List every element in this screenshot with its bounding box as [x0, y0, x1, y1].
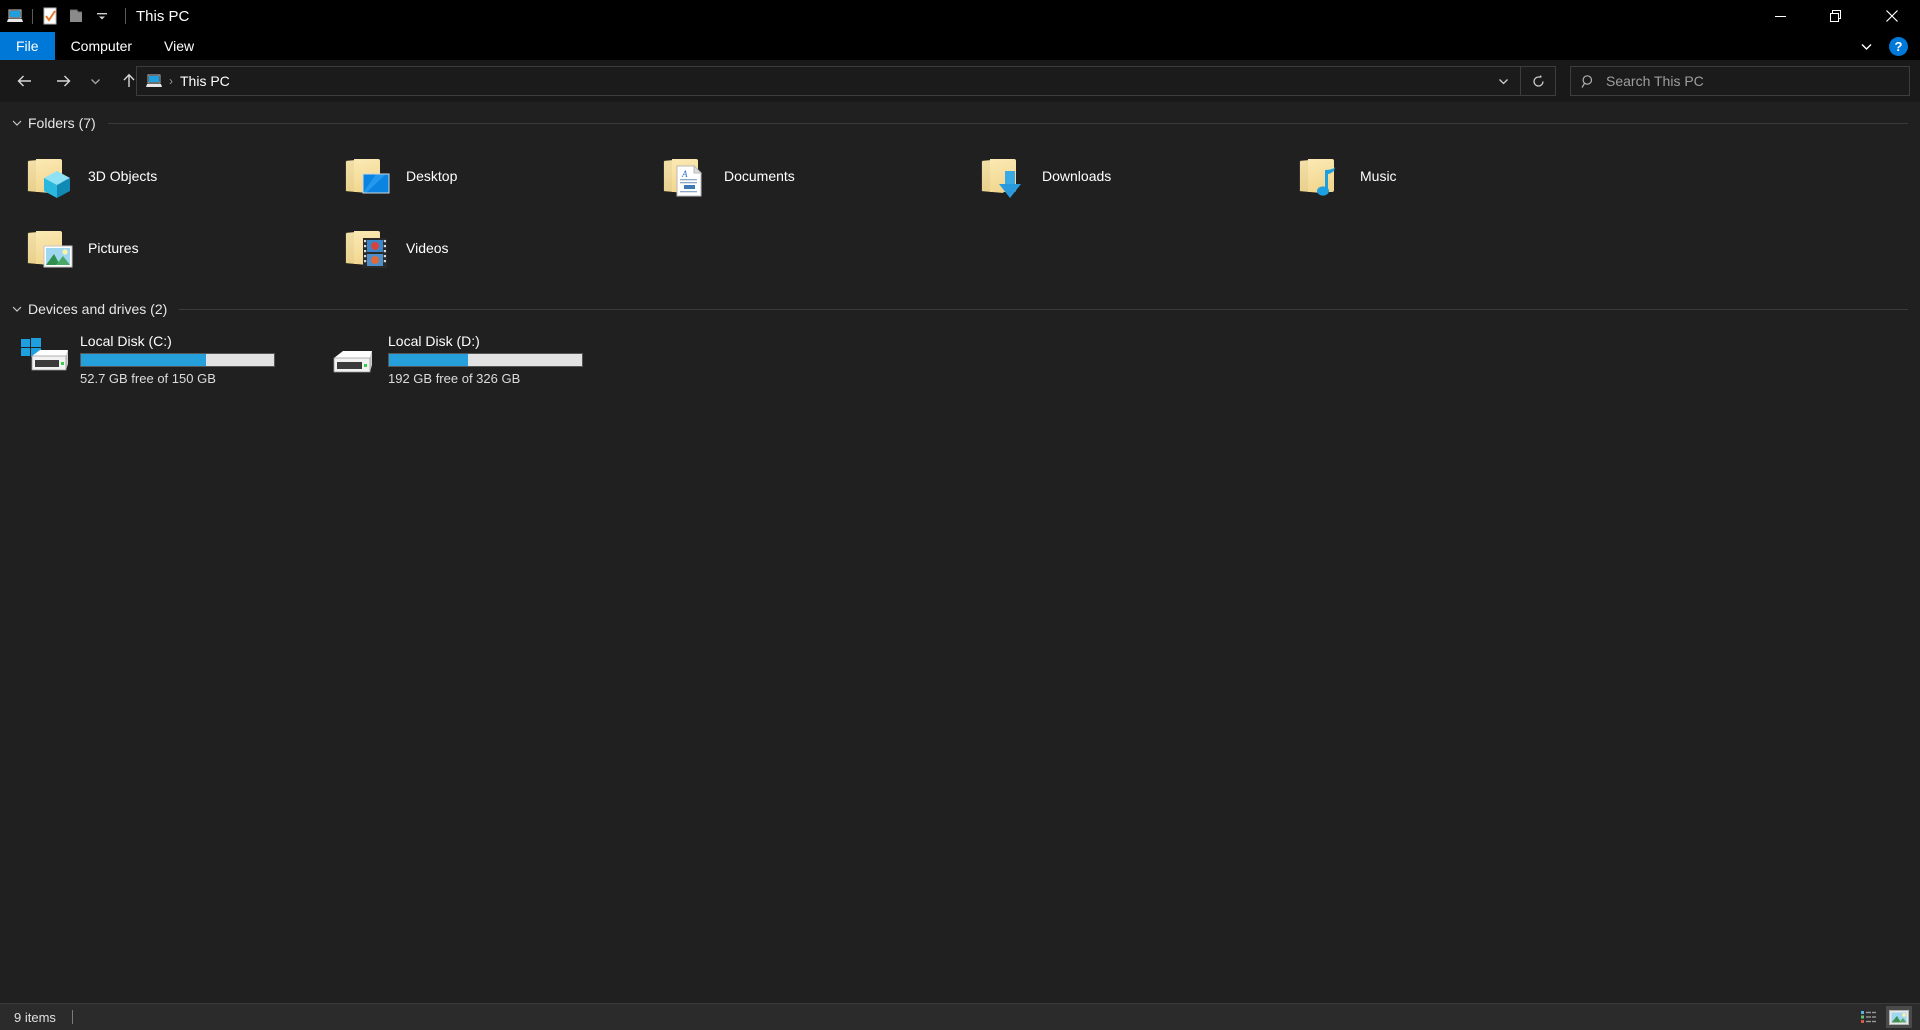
drive-free-text: 52.7 GB free of 150 GB [80, 371, 276, 387]
content-area: Folders (7) 3D Objects [0, 102, 1920, 1011]
folder-label: Documents [724, 168, 795, 184]
new-folder-icon[interactable] [63, 3, 89, 29]
title-separator [125, 8, 126, 24]
breadcrumb[interactable]: This PC [180, 73, 230, 89]
group-header-folders[interactable]: Folders (7) [0, 112, 1920, 134]
folder-videos-icon [342, 223, 392, 273]
folder-label: 3D Objects [88, 168, 157, 184]
customize-qat-icon[interactable] [89, 3, 115, 29]
drive-usage-fill [389, 354, 468, 366]
group-rule [179, 309, 1908, 310]
drive-name: Local Disk (D:) [388, 332, 584, 350]
folder-3d-objects-icon [24, 151, 74, 201]
tab-view[interactable]: View [148, 32, 210, 60]
folder-item-downloads[interactable]: Downloads [972, 140, 1290, 212]
search-icon [1581, 74, 1596, 89]
ribbon-tab-bar: File Computer View ? [0, 32, 1920, 60]
help-button[interactable]: ? [1889, 37, 1908, 56]
chevron-down-icon[interactable] [1853, 33, 1879, 59]
drive-usage-bar [80, 353, 275, 367]
folder-desktop-icon [342, 151, 392, 201]
folder-music-icon [1296, 151, 1346, 201]
tab-computer[interactable]: Computer [55, 32, 148, 60]
address-bar-controls [1486, 67, 1555, 95]
search-input[interactable]: Search This PC [1606, 73, 1704, 89]
svg-text:A: A [681, 169, 688, 179]
refresh-icon[interactable] [1521, 67, 1555, 95]
group-header-drives[interactable]: Devices and drives (2) [0, 298, 1920, 320]
address-dropdown-icon[interactable] [1486, 67, 1520, 95]
ribbon-right-controls: ? [1853, 32, 1914, 60]
close-button[interactable] [1864, 0, 1920, 32]
folder-item-pictures[interactable]: Pictures [18, 212, 336, 284]
pc-icon[interactable] [2, 3, 28, 29]
folders-grid: 3D Objects Desktop A [0, 140, 1920, 284]
title-bar: This PC [0, 0, 1920, 32]
qat-separator-1 [32, 9, 33, 24]
folder-documents-icon: A [660, 151, 710, 201]
address-bar[interactable]: › This PC [136, 66, 1556, 96]
folder-label: Pictures [88, 240, 139, 256]
forward-button[interactable] [48, 66, 78, 96]
folder-label: Music [1360, 168, 1397, 184]
collapse-chevron-icon[interactable] [6, 117, 28, 129]
search-box[interactable]: Search This PC [1570, 66, 1910, 96]
folder-label: Desktop [406, 168, 457, 184]
folder-downloads-icon [978, 151, 1028, 201]
group-label: Folders (7) [28, 115, 96, 131]
drive-usage-bar [388, 353, 583, 367]
tab-file[interactable]: File [0, 32, 55, 60]
status-separator [72, 1010, 73, 1024]
quick-access-toolbar: This PC [0, 0, 189, 32]
collapse-chevron-icon[interactable] [6, 303, 28, 315]
window-title: This PC [136, 8, 189, 25]
group-rule [108, 123, 1908, 124]
folder-item-desktop[interactable]: Desktop [336, 140, 654, 212]
folder-label: Videos [406, 240, 449, 256]
item-count: 9 items [14, 1010, 56, 1025]
drive-item-c[interactable]: Local Disk (C:) 52.7 GB free of 150 GB [10, 326, 318, 392]
folder-item-documents[interactable]: A Documents [654, 140, 972, 212]
drive-item-d[interactable]: Local Disk (D:) 192 GB free of 326 GB [318, 326, 626, 392]
minimize-button[interactable] [1752, 0, 1808, 32]
folder-item-videos[interactable]: Videos [336, 212, 654, 284]
drive-info: Local Disk (C:) 52.7 GB free of 150 GB [80, 332, 276, 387]
recent-locations-button[interactable] [84, 66, 106, 96]
view-mode-buttons [1856, 1006, 1912, 1028]
window-controls [1752, 0, 1920, 32]
drive-free-text: 192 GB free of 326 GB [388, 371, 584, 387]
status-bar: 9 items [0, 1003, 1920, 1030]
details-view-button[interactable] [1856, 1006, 1882, 1028]
large-icons-view-button[interactable] [1886, 1006, 1912, 1028]
drive-info: Local Disk (D:) 192 GB free of 326 GB [388, 332, 584, 387]
drive-usage-fill [81, 354, 206, 366]
maximize-button[interactable] [1808, 0, 1864, 32]
properties-icon[interactable] [37, 3, 63, 29]
drive-name: Local Disk (C:) [80, 332, 276, 350]
address-pc-icon [145, 72, 163, 90]
folder-item-music[interactable]: Music [1290, 140, 1608, 212]
group-label: Devices and drives (2) [28, 301, 167, 317]
drive-icon [326, 336, 378, 382]
back-button[interactable] [10, 66, 40, 96]
folder-label: Downloads [1042, 168, 1111, 184]
folder-item-3d-objects[interactable]: 3D Objects [18, 140, 336, 212]
breadcrumb-separator[interactable]: › [169, 74, 173, 88]
folder-pictures-icon [24, 223, 74, 273]
drives-grid: Local Disk (C:) 52.7 GB free of 150 GB [0, 326, 1920, 392]
system-drive-icon [18, 336, 70, 382]
